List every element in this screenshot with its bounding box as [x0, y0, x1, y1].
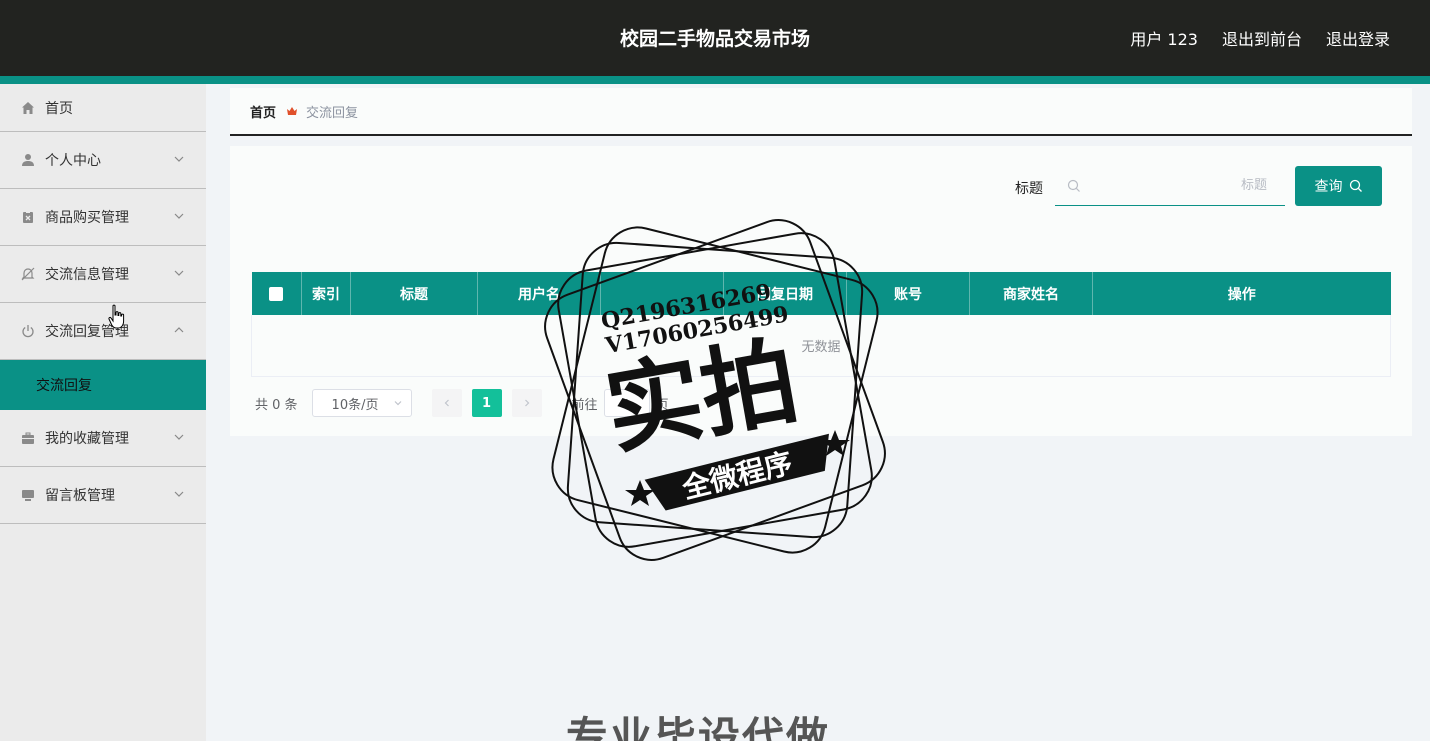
chevron-down-icon: [174, 213, 184, 219]
chevron-right-icon: [524, 399, 529, 407]
breadcrumb-home[interactable]: 首页: [250, 102, 276, 121]
briefcase-icon: [20, 430, 36, 446]
user-label[interactable]: 用户 123: [1130, 26, 1198, 50]
sidebar-item-purchase[interactable]: 商品购买管理: [0, 189, 206, 246]
top-bar: 校园二手物品交易市场 用户 123 退出到前台 退出登录: [0, 0, 1430, 76]
bell-off-icon: [20, 266, 36, 282]
page-size-select[interactable]: 10条/页: [311, 389, 412, 417]
select-all-checkbox[interactable]: [269, 286, 284, 301]
clipboard-icon: [20, 209, 36, 225]
sidebar-item-label: 留言板管理: [45, 488, 115, 504]
chevron-up-icon: [174, 327, 184, 333]
chevron-down-icon: [394, 401, 401, 406]
empty-text: 无数据: [251, 315, 1391, 377]
bottom-watermark-text: 专业毕设代做: [566, 713, 831, 741]
chevron-down-icon: [174, 434, 184, 440]
power-icon: [20, 323, 36, 339]
header-accent-strip: [0, 76, 1430, 84]
search-title-input[interactable]: [1081, 178, 1271, 193]
goto-page-input[interactable]: [603, 389, 650, 417]
sidebar-item-exchange-reply[interactable]: 交流回复管理: [0, 303, 206, 360]
chevron-down-icon: [174, 156, 184, 162]
column-header: 用户名: [477, 272, 601, 315]
logout-link[interactable]: 退出登录: [1326, 26, 1390, 50]
breadcrumb: 首页 交流回复: [230, 88, 1412, 136]
column-header: 索引: [301, 272, 351, 315]
watermark-banner-text: 全微程序: [678, 446, 796, 505]
monitor-icon: [20, 487, 36, 503]
sidebar-item-personal-center[interactable]: 个人中心: [0, 132, 206, 189]
column-header: 操作: [1092, 272, 1391, 315]
back-to-front-link[interactable]: 退出到前台: [1222, 26, 1302, 50]
goto-page: 前往 页: [572, 389, 669, 417]
goto-suffix: 页: [655, 397, 669, 413]
sidebar-item-exchange-info[interactable]: 交流信息管理: [0, 246, 206, 303]
next-page-button[interactable]: [511, 389, 542, 417]
sidebar-subitem-label: 交流回复: [36, 378, 92, 394]
star-icon: [625, 480, 655, 506]
column-header: 账号: [846, 272, 970, 315]
query-button[interactable]: 查询: [1295, 166, 1382, 206]
sidebar-item-label: 商品购买管理: [45, 210, 129, 226]
hand-cursor-icon: [108, 304, 125, 329]
chevron-down-icon: [174, 491, 184, 497]
column-header: 商家姓名: [969, 272, 1093, 315]
column-header: 回复日期: [723, 272, 847, 315]
user-icon: [20, 152, 36, 168]
table-header-row: 索引 标题 用户名 回复日期 账号 商家姓名 操作: [251, 272, 1391, 315]
content-panel: 标题 查询 索引 标题 用户名 回复日期 账号 商家姓名 操作 无数据: [230, 146, 1412, 436]
column-header: 标题: [350, 272, 478, 315]
goto-label: 前往: [571, 397, 598, 413]
prev-page-button[interactable]: [431, 389, 462, 417]
search-icon: [1349, 179, 1362, 192]
page-size-value: 10条/页: [331, 397, 379, 413]
pagination: 共 0 条 10条/页 1 前往 页: [255, 389, 669, 417]
page-number-button[interactable]: 1: [471, 389, 502, 417]
search-field: [1055, 166, 1285, 206]
top-user-menu: 用户 123 退出到前台 退出登录: [1130, 26, 1390, 50]
chevron-left-icon: [444, 399, 449, 407]
sidebar-item-label: 我的收藏管理: [45, 431, 129, 447]
chevron-down-icon: [174, 270, 184, 276]
pagination-total: 共 0 条: [255, 397, 298, 413]
sidebar-item-message-board[interactable]: 留言板管理: [0, 467, 206, 524]
sidebar-subitem-exchange-reply[interactable]: 交流回复: [0, 360, 206, 410]
sidebar-item-favorites[interactable]: 我的收藏管理: [0, 410, 206, 467]
select-all-header[interactable]: [251, 272, 302, 315]
sidebar-item-label: 首页: [45, 100, 73, 117]
query-button-label: 查询: [1314, 179, 1343, 195]
sidebar-item-label: 个人中心: [45, 153, 101, 169]
sidebar-item-label: 交流信息管理: [45, 267, 129, 283]
home-icon: [20, 100, 36, 116]
sidebar-item-home[interactable]: 首页: [0, 84, 206, 132]
sidebar: 首页 个人中心 商品购买管理 交流信息管理 交流回复管理 交流回复 我的收藏管理…: [0, 84, 206, 741]
crown-separator-icon: [286, 105, 298, 117]
empty-row: 无数据: [251, 315, 1391, 377]
data-table: 索引 标题 用户名 回复日期 账号 商家姓名 操作 无数据: [251, 272, 1391, 377]
breadcrumb-current: 交流回复: [306, 105, 359, 121]
search-title-label: 标题: [1015, 181, 1043, 197]
search-icon: [1067, 179, 1080, 192]
column-header: [600, 272, 724, 315]
